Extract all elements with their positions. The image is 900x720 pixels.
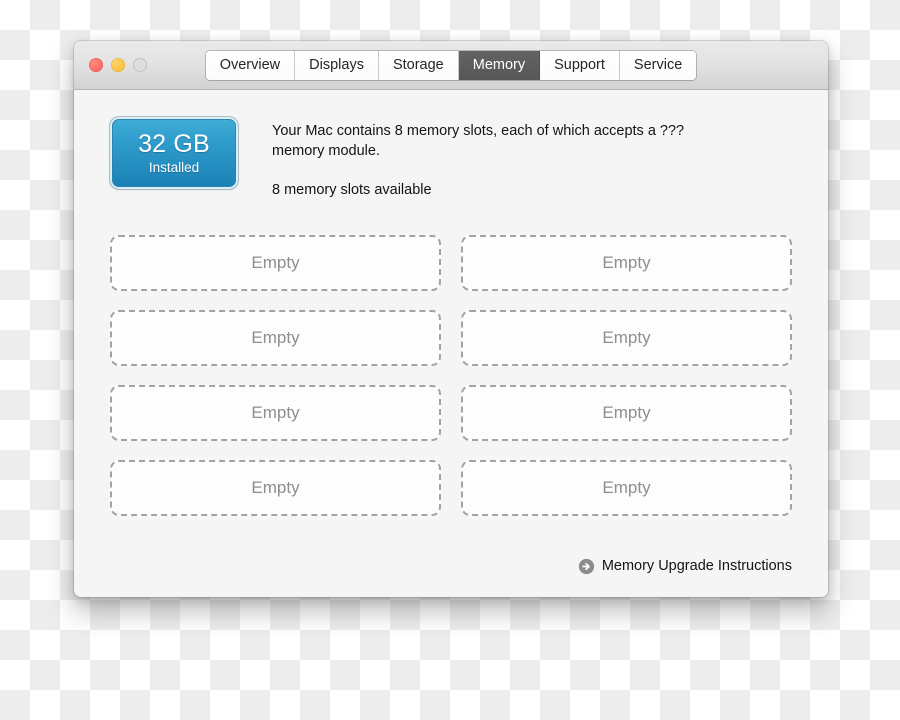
tab-overview[interactable]: Overview	[205, 50, 296, 80]
tab-memory[interactable]: Memory	[458, 50, 541, 80]
memory-slot[interactable]: Empty	[461, 460, 792, 516]
memory-slot[interactable]: Empty	[110, 235, 441, 291]
window-controls	[89, 58, 147, 72]
memory-slot[interactable]: Empty	[110, 385, 441, 441]
close-button[interactable]	[89, 58, 103, 72]
tab-bar: Overview Displays Storage Memory Support…	[205, 50, 697, 80]
memory-slot-grid: Empty Empty Empty Empty Empty Empty Empt…	[110, 235, 792, 516]
memory-summary: 32 GB Installed Your Mac contains 8 memo…	[110, 117, 792, 200]
zoom-button	[133, 58, 147, 72]
tab-storage[interactable]: Storage	[378, 50, 459, 80]
memory-slot[interactable]: Empty	[110, 310, 441, 366]
memory-slot[interactable]: Empty	[461, 310, 792, 366]
installed-memory-badge: 32 GB Installed	[110, 117, 238, 189]
arrow-right-circle-icon	[578, 558, 594, 574]
minimize-button[interactable]	[111, 58, 125, 72]
tab-service[interactable]: Service	[619, 50, 697, 80]
installed-memory-size: 32 GB	[138, 130, 210, 158]
memory-info: Your Mac contains 8 memory slots, each o…	[272, 117, 692, 200]
memory-slot[interactable]: Empty	[461, 385, 792, 441]
memory-upgrade-instructions-link[interactable]: Memory Upgrade Instructions	[578, 557, 792, 575]
memory-description: Your Mac contains 8 memory slots, each o…	[272, 123, 685, 159]
tab-support[interactable]: Support	[540, 50, 620, 80]
memory-slot[interactable]: Empty	[461, 235, 792, 291]
memory-slots-available: 8 memory slots available	[272, 182, 432, 198]
window-titlebar: Overview Displays Storage Memory Support…	[74, 41, 828, 90]
memory-slot[interactable]: Empty	[110, 460, 441, 516]
installed-memory-state: Installed	[148, 160, 200, 175]
about-this-mac-window: Overview Displays Storage Memory Support…	[74, 41, 828, 597]
tab-displays[interactable]: Displays	[295, 50, 379, 80]
memory-pane: 32 GB Installed Your Mac contains 8 memo…	[74, 90, 828, 597]
memory-upgrade-instructions-label: Memory Upgrade Instructions	[601, 558, 792, 574]
